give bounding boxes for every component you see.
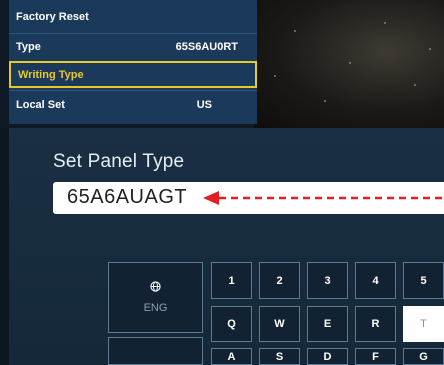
key-q[interactable]: Q <box>211 306 252 342</box>
menu-item-label: Factory Reset <box>16 11 89 23</box>
red-arrow-annotation <box>203 191 444 205</box>
key-5[interactable]: 5 <box>403 262 444 299</box>
key-3[interactable]: 3 <box>307 262 348 299</box>
language-label: ENG <box>143 302 168 314</box>
service-menu: Factory Reset Type 65S6AU0RT Writing Typ… <box>9 0 257 124</box>
set-panel-type-dialog: Set Panel Type 65A6AUAGT ENG 1 2 3 4 5 Q… <box>9 128 444 365</box>
key-1[interactable]: 1 <box>211 262 252 299</box>
key-r[interactable]: R <box>355 306 396 342</box>
menu-item-value: 65S6AU0RT <box>175 40 238 53</box>
key-4[interactable]: 4 <box>355 262 396 299</box>
key-2[interactable]: 2 <box>259 262 300 299</box>
language-key[interactable]: ENG <box>108 262 203 333</box>
panel-type-input[interactable]: 65A6AUAGT <box>53 182 444 214</box>
on-screen-keyboard: ENG 1 2 3 4 5 Q W E R T A S D F G <box>108 262 444 365</box>
background-starfield <box>254 0 444 128</box>
globe-icon <box>150 281 161 292</box>
key-g[interactable]: G <box>403 348 444 365</box>
menu-item-label: Writing Type <box>18 68 84 81</box>
key-d[interactable]: D <box>307 348 348 365</box>
panel-type-input-value: 65A6AUAGT <box>67 186 188 208</box>
key-s[interactable]: S <box>259 348 300 365</box>
key-a[interactable]: A <box>211 348 252 365</box>
keyboard-key[interactable] <box>108 337 203 365</box>
key-f[interactable]: F <box>355 348 396 365</box>
dialog-title: Set Panel Type <box>53 151 185 172</box>
menu-item-label: Local Set <box>16 98 65 111</box>
menu-item-factory-reset[interactable]: Factory Reset <box>9 7 257 27</box>
key-t[interactable]: T <box>403 306 444 342</box>
key-w[interactable]: W <box>259 306 300 342</box>
menu-item-type[interactable]: Type 65S6AU0RT <box>9 33 257 59</box>
menu-item-value: US <box>196 98 212 111</box>
menu-item-local-set[interactable]: Local Set US <box>9 90 257 118</box>
key-e[interactable]: E <box>307 306 348 342</box>
menu-item-writing-type[interactable]: Writing Type <box>9 61 257 88</box>
menu-item-label: Type <box>16 40 41 53</box>
